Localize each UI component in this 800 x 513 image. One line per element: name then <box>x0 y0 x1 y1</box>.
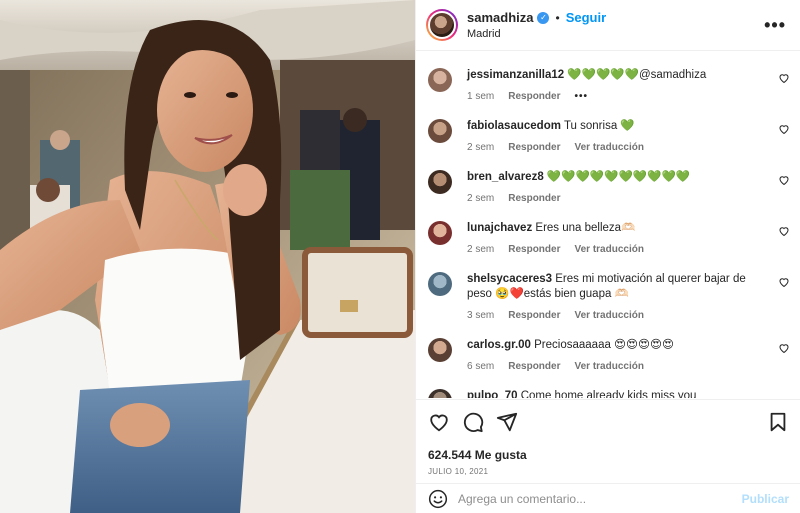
share-paper-plane-icon[interactable] <box>496 411 518 433</box>
commenter-username[interactable]: jessimanzanilla12 <box>467 69 564 81</box>
comment-body: pulpo_70 Come home already kids miss you <box>467 389 772 398</box>
action-icons <box>428 410 789 434</box>
comment-item: fabiolasaucedom Tu sonrisa 💚 2 sem Respo… <box>428 119 794 153</box>
commenter-username[interactable]: pulpo_70 <box>467 390 517 398</box>
comment-content: Eres una belleza🫶🏻 <box>535 222 636 234</box>
author-line: samadhiza ✓ • Seguir <box>467 10 606 25</box>
reply-button[interactable]: Responder <box>508 193 560 204</box>
post-photo[interactable] <box>0 0 415 513</box>
see-translation-button[interactable]: Ver traducción <box>574 142 643 153</box>
comment-body: shelsycaceres3 Eres mi motivación al que… <box>467 272 772 321</box>
like-comment-heart-icon[interactable] <box>778 123 790 135</box>
comment-input[interactable] <box>458 491 728 506</box>
verified-badge-icon: ✓ <box>537 11 550 24</box>
comment-item: bren_alvarez8 💚💚💚💚💚💚💚💚💚💚 2 sem Responder <box>428 170 794 204</box>
commenter-avatar[interactable] <box>428 389 452 398</box>
follow-button[interactable]: Seguir <box>566 10 606 25</box>
comment-content: Tu sonrisa 💚 <box>563 120 635 132</box>
comment-item: carlos.gr.00 Preciosaaaaaa 😍😍😍😍😍 6 sem R… <box>428 338 794 372</box>
comment-meta: 6 sem Responder Ver traducción <box>467 361 772 372</box>
comment-text: lunajchavez Eres una belleza🫶🏻 <box>467 221 772 236</box>
comment-text: shelsycaceres3 Eres mi motivación al que… <box>467 272 772 302</box>
comment-content: 💚💚💚💚💚💚💚💚💚💚 <box>546 171 691 183</box>
comment-body: bren_alvarez8 💚💚💚💚💚💚💚💚💚💚 2 sem Responder <box>467 170 772 204</box>
reply-button[interactable]: Responder <box>508 244 560 255</box>
post-viewer: samadhiza ✓ • Seguir Madrid ••• jessiman… <box>0 0 800 513</box>
comment-time: 3 sem <box>467 310 495 321</box>
comment-options-icon[interactable]: ••• <box>574 91 588 102</box>
post-date: JULIO 10, 2021 <box>428 467 489 476</box>
like-comment-heart-icon[interactable] <box>778 72 790 84</box>
reply-button[interactable]: Responder <box>508 142 560 153</box>
save-bookmark-icon[interactable] <box>767 411 789 433</box>
comment-content: Come home already kids miss you <box>520 390 697 398</box>
reply-button[interactable]: Responder <box>508 91 560 102</box>
commenter-username[interactable]: shelsycaceres3 <box>467 273 552 285</box>
like-comment-heart-icon[interactable] <box>778 276 790 288</box>
commenter-avatar[interactable] <box>428 170 452 194</box>
comment-text: jessimanzanilla12 💚💚💚💚💚@samadhiza <box>467 68 772 83</box>
comment-meta: 2 sem Responder Ver traducción <box>467 142 772 153</box>
like-comment-heart-icon[interactable] <box>778 174 790 186</box>
comments-list[interactable]: jessimanzanilla12 💚💚💚💚💚@samadhiza 1 sem … <box>416 52 800 398</box>
post-sidebar: samadhiza ✓ • Seguir Madrid ••• jessiman… <box>415 0 800 513</box>
commenter-avatar[interactable] <box>428 68 452 92</box>
comment-content: Preciosaaaaaa 😍😍😍😍😍 <box>534 339 674 351</box>
comment-item: shelsycaceres3 Eres mi motivación al que… <box>428 272 794 321</box>
like-comment-heart-icon[interactable] <box>778 342 790 354</box>
post-location[interactable]: Madrid <box>467 28 606 40</box>
reply-button[interactable]: Responder <box>508 310 560 321</box>
comment-time: 2 sem <box>467 193 495 204</box>
comment-time: 6 sem <box>467 361 495 372</box>
author-username[interactable]: samadhiza <box>467 10 533 25</box>
like-heart-icon[interactable] <box>428 411 450 433</box>
separator-dot: • <box>555 10 560 25</box>
comment-item: jessimanzanilla12 💚💚💚💚💚@samadhiza 1 sem … <box>428 68 794 102</box>
comment-time: 2 sem <box>467 142 495 153</box>
comment-item: lunajchavez Eres una belleza🫶🏻 2 sem Res… <box>428 221 794 255</box>
commenter-avatar[interactable] <box>428 272 452 296</box>
comment-text: carlos.gr.00 Preciosaaaaaa 😍😍😍😍😍 <box>467 338 772 353</box>
commenter-username[interactable]: fabiolasaucedom <box>467 120 561 132</box>
comment-body: jessimanzanilla12 💚💚💚💚💚@samadhiza 1 sem … <box>467 68 772 102</box>
likes-count[interactable]: 624.544 Me gusta <box>428 448 789 462</box>
comment-meta: 3 sem Responder Ver traducción <box>467 310 772 321</box>
publish-button[interactable]: Publicar <box>742 492 789 506</box>
see-translation-button[interactable]: Ver traducción <box>574 310 643 321</box>
like-comment-heart-icon[interactable] <box>778 225 790 237</box>
reply-button[interactable]: Responder <box>508 361 560 372</box>
commenter-avatar[interactable] <box>428 221 452 245</box>
commenter-username[interactable]: lunajchavez <box>467 222 532 234</box>
see-translation-button[interactable]: Ver traducción <box>574 361 643 372</box>
commenter-avatar[interactable] <box>428 119 452 143</box>
comment-text: pulpo_70 Come home already kids miss you <box>467 389 772 398</box>
comment-text: bren_alvarez8 💚💚💚💚💚💚💚💚💚💚 <box>467 170 772 185</box>
comment-time: 1 sem <box>467 91 495 102</box>
post-image <box>0 0 415 513</box>
avatar-image <box>428 11 456 39</box>
comment-content: 💚💚💚💚💚@samadhiza <box>567 69 707 81</box>
comment-meta: 1 sem Responder ••• <box>467 91 772 102</box>
comment-time: 2 sem <box>467 244 495 255</box>
commenter-avatar[interactable] <box>428 338 452 362</box>
commenter-username[interactable]: bren_alvarez8 <box>467 171 544 183</box>
comment-body: carlos.gr.00 Preciosaaaaaa 😍😍😍😍😍 6 sem R… <box>467 338 772 372</box>
post-header: samadhiza ✓ • Seguir Madrid ••• <box>416 0 800 51</box>
comment-bubble-icon[interactable] <box>462 411 484 433</box>
comment-body: fabiolasaucedom Tu sonrisa 💚 2 sem Respo… <box>467 119 772 153</box>
author-info: samadhiza ✓ • Seguir Madrid <box>467 10 606 40</box>
comment-text: fabiolasaucedom Tu sonrisa 💚 <box>467 119 772 134</box>
comment-item: pulpo_70 Come home already kids miss you <box>428 389 794 398</box>
commenter-username[interactable]: carlos.gr.00 <box>467 339 531 351</box>
more-options-icon[interactable]: ••• <box>764 15 786 36</box>
add-comment-bar: Publicar <box>416 483 800 513</box>
author-avatar[interactable] <box>426 9 458 41</box>
comment-meta: 2 sem Responder <box>467 193 772 204</box>
comment-meta: 2 sem Responder Ver traducción <box>467 244 772 255</box>
emoji-smiley-icon[interactable] <box>428 489 448 509</box>
see-translation-button[interactable]: Ver traducción <box>574 244 643 255</box>
comment-body: lunajchavez Eres una belleza🫶🏻 2 sem Res… <box>467 221 772 255</box>
